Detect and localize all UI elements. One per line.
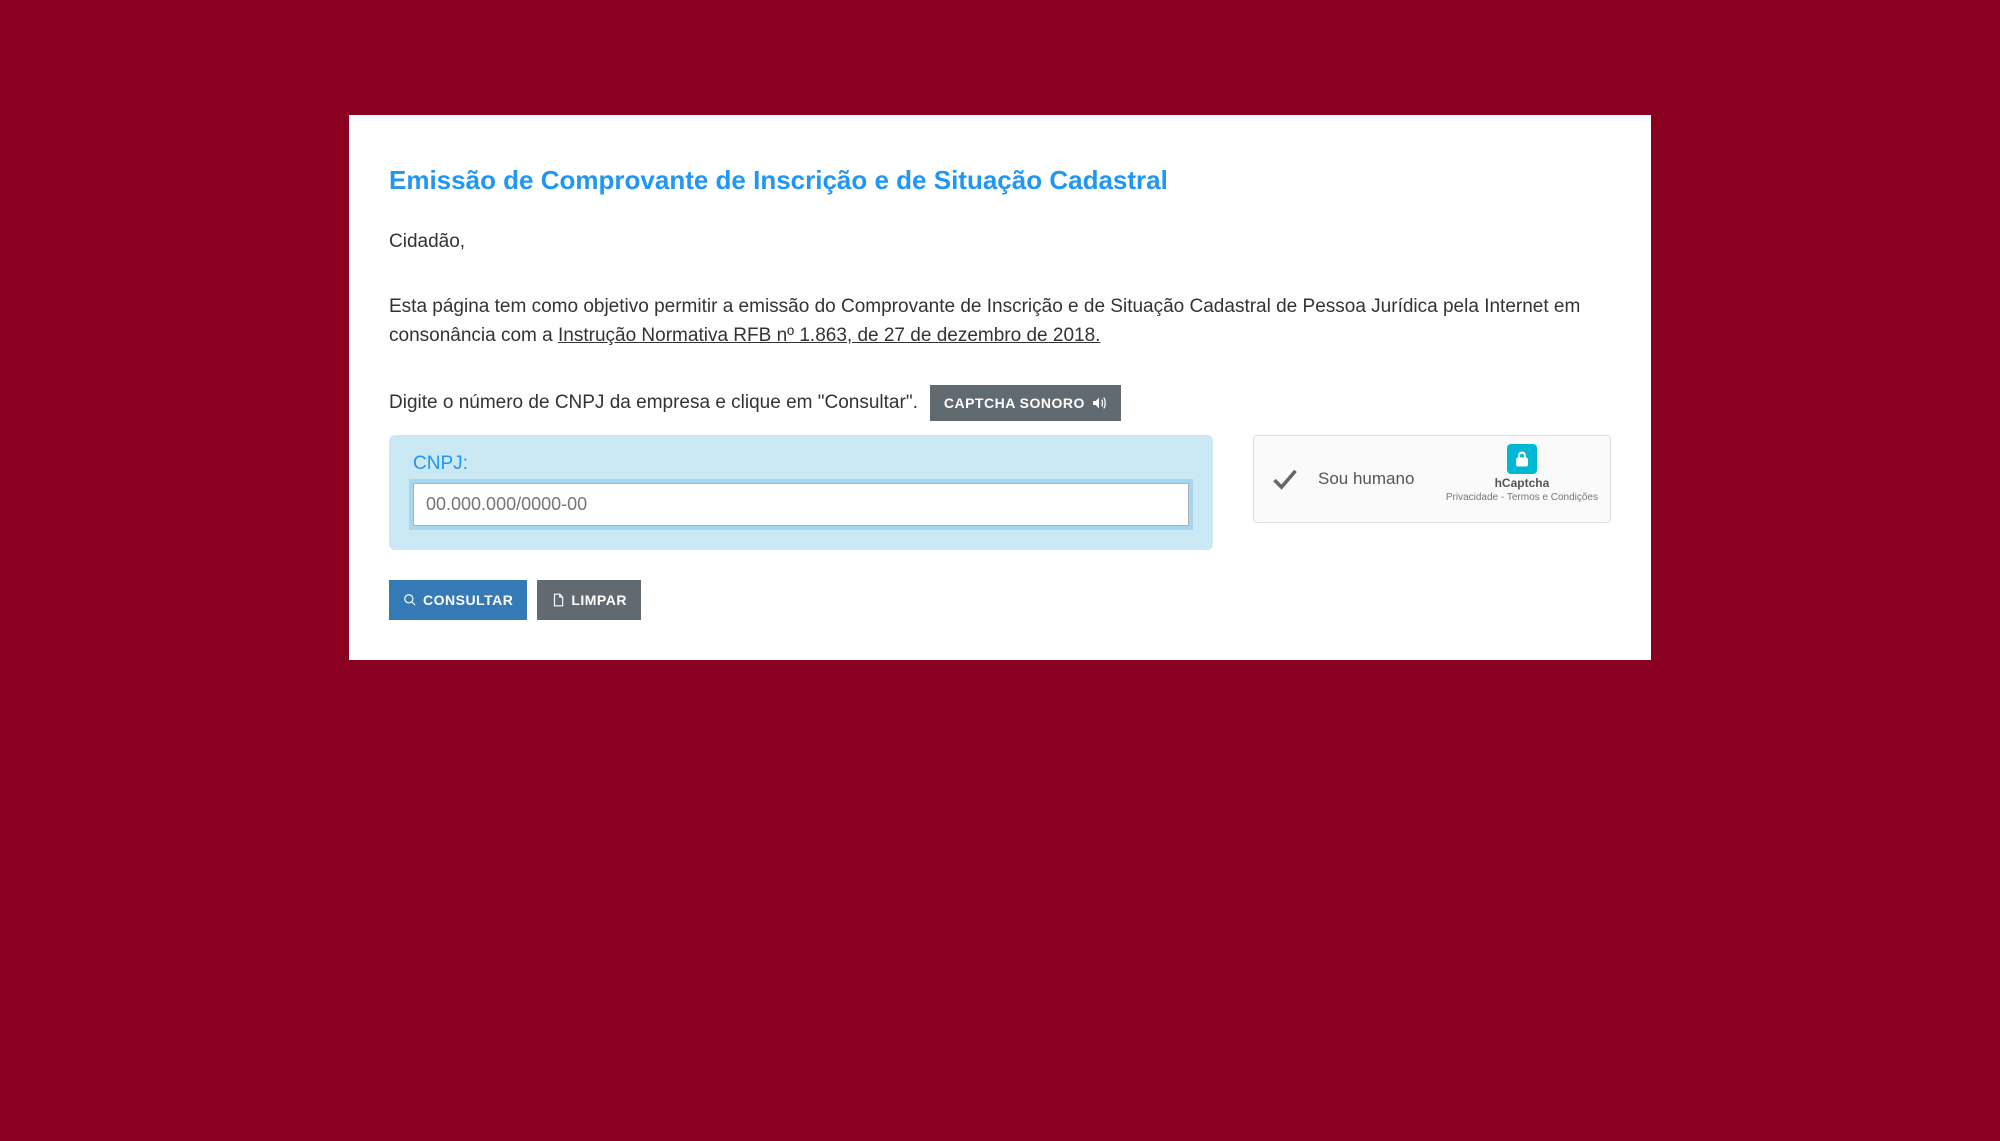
consultar-button[interactable]: CONSULTAR [389,580,527,620]
instruction-row: Digite o número de CNPJ da empresa e cli… [389,385,1611,421]
hcaptcha-links: Privacidade - Termos e Condições [1446,492,1598,503]
hcaptcha-text: Sou humano [1318,469,1414,489]
main-panel: Emissão de Comprovante de Inscrição e de… [349,115,1651,660]
audio-icon [1091,395,1107,411]
hcaptcha-separator: - [1498,492,1507,503]
greeting-text: Cidadão, [389,231,1611,253]
hcaptcha-checkmark-icon [1270,464,1300,494]
cnpj-input-box: CNPJ: [389,435,1213,550]
hcaptcha-branding: hCaptcha Privacidade - Termos e Condiçõe… [1446,444,1598,503]
document-icon [551,593,565,607]
form-row: CNPJ: Sou humano hCaptcha Privacidade - … [389,435,1611,550]
captcha-sonoro-label: CAPTCHA SONORO [944,395,1085,411]
normative-instruction-link[interactable]: Instrução Normativa RFB nº 1.863, de 27 … [558,325,1100,346]
consultar-label: CONSULTAR [423,592,513,608]
captcha-sonoro-button[interactable]: CAPTCHA SONORO [930,385,1121,421]
hcaptcha-widget[interactable]: Sou humano hCaptcha Privacidade - Termos… [1253,435,1611,523]
buttons-row: CONSULTAR LIMPAR [389,580,1611,620]
cnpj-label: CNPJ: [413,453,1189,475]
search-icon [403,593,417,607]
limpar-button[interactable]: LIMPAR [537,580,641,620]
description-text: Esta página tem como objetivo permitir a… [389,293,1611,350]
page-title: Emissão de Comprovante de Inscrição e de… [389,165,1611,196]
instruction-text: Digite o número de CNPJ da empresa e cli… [389,392,918,414]
hcaptcha-terms-link[interactable]: Termos e Condições [1507,492,1598,503]
hcaptcha-brand-text: hCaptcha [1495,476,1550,490]
cnpj-input[interactable] [413,483,1189,526]
hcaptcha-privacy-link[interactable]: Privacidade [1446,492,1498,503]
hcaptcha-logo-icon [1507,444,1537,474]
limpar-label: LIMPAR [571,592,627,608]
